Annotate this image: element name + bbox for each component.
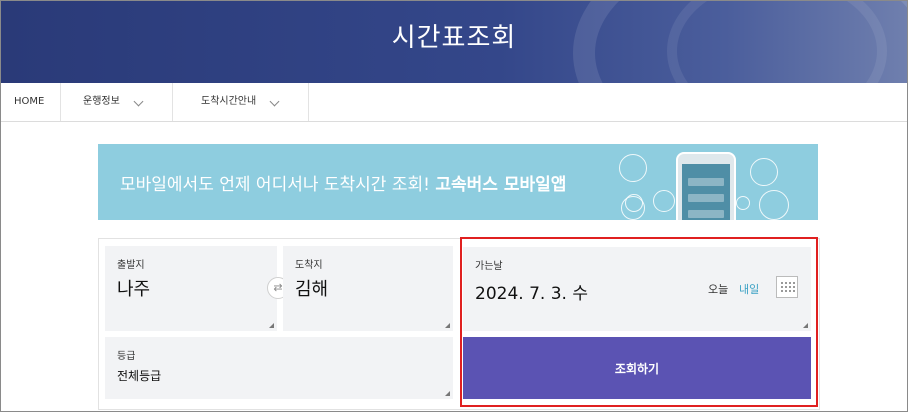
hero-banner: 시간표조회 xyxy=(1,1,907,83)
breadcrumb-home[interactable]: HOME xyxy=(1,83,61,121)
arrival-field[interactable]: 도착지 김해 xyxy=(283,246,453,331)
corner-triangle-icon xyxy=(445,323,450,328)
corner-triangle-icon xyxy=(269,323,274,328)
departure-label: 출발지 xyxy=(117,260,145,271)
grade-field[interactable]: 등급 전체등급 xyxy=(105,337,453,399)
phone-illustration xyxy=(676,152,736,220)
page-title: 시간표조회 xyxy=(391,23,517,53)
mobile-app-banner[interactable]: 모바일에서도 언제 어디서나 도착시간 조회! 고속버스 모바일앱 xyxy=(98,144,818,220)
user-icon xyxy=(621,196,645,220)
chevron-down-icon xyxy=(269,96,280,107)
breadcrumb-label: 운행정보 xyxy=(83,96,120,107)
highlight-box xyxy=(460,237,818,407)
promo-text: 모바일에서도 언제 어디서나 도착시간 조회! 고속버스 모바일앱 xyxy=(120,175,567,195)
corner-triangle-icon xyxy=(445,391,450,396)
check-icon xyxy=(619,154,647,182)
grade-label: 등급 xyxy=(117,351,136,362)
breadcrumb-label: 도착시간안내 xyxy=(201,96,257,107)
circle-icon xyxy=(736,196,750,210)
bus-icon xyxy=(750,158,778,186)
ticket-icon xyxy=(759,190,789,220)
arrival-label: 도착지 xyxy=(295,260,323,271)
departure-field[interactable]: 출발지 나주 xyxy=(105,246,277,331)
departure-value: 나주 xyxy=(117,279,151,300)
chevron-down-icon xyxy=(133,96,144,107)
breadcrumb: HOME 운행정보 도착시간안내 xyxy=(1,83,907,122)
circle-icon xyxy=(653,190,675,212)
promo-highlight: 고속버스 모바일앱 xyxy=(435,175,567,195)
page-frame: 시간표조회 HOME 운행정보 도착시간안내 모바일에서도 언제 어디서나 도착… xyxy=(0,0,908,412)
breadcrumb-operation-info[interactable]: 운행정보 xyxy=(61,83,173,121)
breadcrumb-arrival-time[interactable]: 도착시간안내 xyxy=(173,83,309,121)
grade-value: 전체등급 xyxy=(117,369,162,383)
arrival-value: 김해 xyxy=(295,279,329,300)
